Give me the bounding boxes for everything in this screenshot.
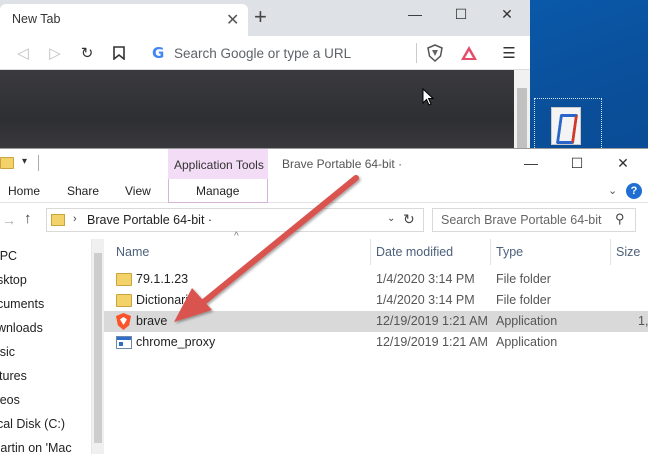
folder-icon	[51, 214, 65, 226]
folder-icon	[116, 273, 132, 286]
toolbar-divider	[416, 43, 417, 63]
navigation-pane: s PC esktop ocuments ownloads lusic ictu…	[0, 239, 92, 454]
quick-access-dropdown-icon[interactable]: ▾	[22, 156, 27, 167]
context-tab-label: Application Tools	[174, 158, 264, 172]
menu-icon[interactable]: ☰	[498, 42, 520, 64]
new-tab-icon[interactable]: +	[254, 4, 267, 30]
nav-item-desktop[interactable]: esktop	[0, 273, 27, 287]
mouse-cursor-icon	[422, 88, 434, 106]
application-icon	[116, 336, 132, 349]
nav-item-pictures[interactable]: ictures	[0, 369, 27, 383]
page-scrollbar[interactable]	[514, 70, 530, 152]
forward-icon[interactable]: ▷	[44, 42, 66, 64]
file-name: 79.1.1.23	[136, 272, 189, 286]
back-icon[interactable]: ◁	[12, 42, 34, 64]
column-header-name[interactable]: Name	[116, 245, 149, 259]
table-row[interactable]: 79.1.1.23 1/4/2020 3:14 PM File folder	[104, 269, 648, 290]
nav-item-this-pc[interactable]: s PC	[0, 249, 17, 263]
file-list: ^ Name Date modified Type Size 79.1.1.23…	[104, 231, 648, 454]
ribbon-tabs: Home Share View Manage ⌄ ?	[0, 179, 648, 203]
forward-arrow-icon[interactable]: →	[2, 212, 16, 228]
folder-icon	[0, 157, 14, 169]
file-size: 1,	[638, 314, 648, 328]
minimize-icon[interactable]: —	[508, 151, 554, 175]
file-date: 1/4/2020 3:14 PM	[376, 272, 475, 286]
folder-icon	[116, 294, 132, 307]
minimize-icon[interactable]: —	[392, 0, 438, 28]
table-row[interactable]: chrome_proxy 12/19/2019 1:21 AM Applicat…	[104, 332, 648, 353]
chevron-down-icon[interactable]: ⌄	[608, 184, 617, 197]
file-name: chrome_proxy	[136, 335, 216, 349]
chevron-down-icon[interactable]: ⌄	[387, 213, 395, 224]
file-type: File folder	[496, 293, 551, 307]
omnibox-placeholder: Search Google or type a URL	[174, 46, 352, 61]
close-window-icon[interactable]: ✕	[600, 151, 646, 175]
file-name: brave	[136, 314, 168, 328]
titlebar-divider	[38, 155, 39, 171]
brave-shield-icon[interactable]	[424, 42, 446, 64]
file-date: 12/19/2019 1:21 AM	[376, 335, 488, 349]
column-divider[interactable]	[370, 239, 371, 265]
nav-item-videos[interactable]: ideos	[0, 393, 20, 407]
refresh-icon[interactable]: ↻	[403, 211, 415, 228]
tab-title: New Tab	[12, 12, 61, 26]
address-bar[interactable]: G Search Google or type a URL	[140, 40, 420, 66]
path-field[interactable]: › Brave Portable 64-bit · ⌄ ↻	[46, 208, 424, 232]
brave-icon	[116, 313, 131, 330]
sort-ascending-icon: ^	[234, 231, 239, 242]
nav-pane-scrollbar[interactable]	[92, 239, 104, 454]
desktop-shortcut-icon[interactable]	[534, 98, 602, 154]
manage-tab-label: Manage	[196, 184, 240, 198]
tab-view[interactable]: View	[125, 184, 151, 198]
nav-item-network-share[interactable]: martin on 'Mac	[0, 441, 72, 454]
tab-home[interactable]: Home	[8, 184, 40, 198]
close-window-icon[interactable]: ✕	[484, 0, 530, 28]
maximize-icon[interactable]: ☐	[554, 151, 600, 175]
nav-item-local-disk[interactable]: ocal Disk (C:)	[0, 417, 65, 431]
nav-item-documents[interactable]: ocuments	[0, 297, 44, 311]
column-header-type[interactable]: Type	[496, 245, 523, 259]
column-header-date[interactable]: Date modified	[376, 245, 453, 259]
tab-manage[interactable]: Manage	[168, 179, 268, 203]
nav-item-music[interactable]: lusic	[0, 345, 15, 359]
tab-strip: New Tab ✕ + — ☐ ✕	[0, 0, 530, 36]
browser-window: New Tab ✕ + — ☐ ✕ ◁ ▷ ↻ G Search Google …	[0, 0, 530, 152]
file-type: File folder	[496, 272, 551, 286]
file-date: 1/4/2020 3:14 PM	[376, 293, 475, 307]
maximize-icon[interactable]: ☐	[438, 0, 484, 28]
file-type: Application	[496, 314, 558, 328]
column-divider[interactable]	[490, 239, 491, 265]
table-row[interactable]: Dictionaries 1/4/2020 3:14 PM File folde…	[104, 290, 648, 311]
page-background	[0, 70, 514, 152]
file-explorer-window: ▾ Application Tools Brave Portable 64-bi…	[0, 148, 648, 454]
file-type: Application	[496, 335, 558, 349]
column-header-size[interactable]: Size	[616, 245, 640, 259]
search-placeholder: Search Brave Portable 64-bit	[441, 213, 602, 227]
close-tab-icon[interactable]: ✕	[226, 10, 239, 30]
bookmark-icon[interactable]	[108, 42, 130, 64]
browser-toolbar: ◁ ▷ ↻ G Search Google or type a URL ☰	[0, 36, 530, 70]
path-text[interactable]: Brave Portable 64-bit ·	[87, 213, 212, 227]
google-icon: G	[152, 44, 165, 62]
tab-new-tab[interactable]: New Tab ✕	[0, 4, 248, 36]
file-name: Dictionaries	[136, 293, 202, 307]
tab-share[interactable]: Share	[67, 184, 99, 198]
explorer-titlebar: ▾ Application Tools Brave Portable 64-bi…	[0, 149, 648, 179]
application-tools-tab[interactable]: Application Tools	[168, 149, 268, 179]
nav-item-downloads[interactable]: ownloads	[0, 321, 43, 335]
search-input[interactable]: Search Brave Portable 64-bit ⚲	[432, 208, 636, 232]
up-arrow-icon[interactable]: ↑	[24, 210, 32, 227]
column-divider[interactable]	[610, 239, 611, 265]
search-icon[interactable]: ⚲	[615, 211, 625, 227]
brave-rewards-icon[interactable]	[458, 42, 480, 64]
table-row-selected[interactable]: brave 12/19/2019 1:21 AM Application 1,	[104, 311, 648, 332]
help-icon[interactable]: ?	[626, 183, 642, 199]
reload-icon[interactable]: ↻	[76, 42, 98, 64]
chevron-right-icon[interactable]: ›	[73, 213, 77, 225]
explorer-address-bar: → ↑ › Brave Portable 64-bit · ⌄ ↻ Search…	[0, 205, 648, 235]
window-title: Brave Portable 64-bit ·	[282, 157, 403, 171]
file-date: 12/19/2019 1:21 AM	[376, 314, 488, 328]
